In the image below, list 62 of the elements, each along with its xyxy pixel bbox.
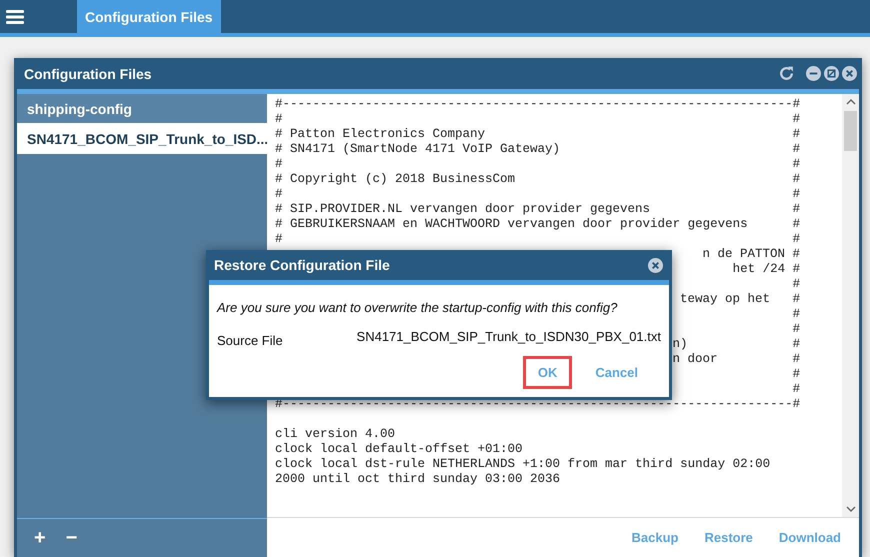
code-line: # — [275, 112, 283, 127]
restore-button[interactable] — [824, 66, 839, 81]
code-line: # — [792, 382, 800, 397]
code-line: # SN4171 (SmartNode 4171 VoIP Gateway) — [275, 142, 560, 157]
code-line: 2000 until oct third sunday 03:00 2036 — [275, 472, 560, 486]
field-value: SN4171_BCOM_SIP_Trunk_to_ISDN30_PBX_01.txt — [356, 329, 661, 346]
code-line: # — [275, 157, 283, 172]
code-line: # — [792, 232, 800, 247]
code-line: # — [792, 157, 800, 172]
field-label: Source File — [217, 333, 283, 348]
code-line: teway op het # — [680, 292, 800, 307]
code-line: #--------------------------------------------------------------------# — [275, 397, 800, 411]
minimize-button[interactable] — [806, 66, 821, 81]
close-icon — [648, 258, 663, 272]
tab[interactable]: Configuration Files — [77, 0, 221, 33]
code-line: # — [275, 187, 283, 202]
code-line: # — [792, 277, 800, 292]
file-item[interactable]: SN4171_BCOM_SIP_Trunk_to_ISD... — [17, 123, 267, 154]
close-icon — [842, 66, 857, 81]
code-line: clock local dst-rule NETHERLANDS +1:00 from mar third sunday 02:00 — [275, 457, 770, 471]
scrollbar-thumb[interactable] — [844, 111, 857, 151]
minimize-icon — [806, 66, 821, 81]
scrollbar[interactable] — [842, 94, 859, 517]
action-link[interactable]: Restore — [704, 530, 753, 545]
code-line: cli version 4.00 — [275, 427, 396, 441]
code-line: # GEBRUIKERSNAAM en WACHTWOORD vervangen door provider gegevens — [275, 217, 748, 232]
code-line: # — [275, 232, 283, 247]
code-line: n de PATTON # — [702, 247, 800, 262]
code-line: # SIP.PROVIDER.NL vervangen door provider gegevens — [275, 202, 650, 217]
code-line: # — [792, 127, 800, 142]
dialog-title: Restore Configuration File — [214, 257, 390, 273]
code-line: n door # — [672, 352, 800, 367]
close-button[interactable] — [842, 66, 857, 81]
code-line: # — [792, 112, 800, 127]
code-line: # — [792, 202, 800, 217]
confirm-message: Are you sure you want to overwrite the startup-config with this config? — [217, 300, 618, 315]
dialog-button[interactable]: OK — [522, 356, 572, 389]
code-line: # Patton Electronics Company — [275, 127, 486, 142]
code-line: het /24 # — [732, 262, 800, 277]
code-line: #--------------------------------------------------------------------# — [275, 97, 800, 111]
remove-button[interactable]: − — [62, 528, 80, 548]
refresh-icon — [778, 65, 795, 82]
code-line: # — [792, 307, 800, 322]
close-button[interactable] — [648, 258, 663, 272]
window-title: Configuration Files — [24, 66, 152, 82]
code-line: # — [792, 187, 800, 202]
add-button[interactable]: + — [31, 528, 49, 548]
code-line: # — [792, 322, 800, 337]
code-line: clock local default-offset +01:00 — [275, 442, 523, 456]
dialog-button[interactable]: Cancel — [580, 356, 653, 389]
menu-icon — [6, 10, 24, 24]
code-line: # — [792, 142, 800, 157]
code-line: # — [792, 217, 800, 232]
refresh-button[interactable] — [778, 65, 795, 82]
restore-icon — [824, 66, 839, 81]
code-line: n) # — [672, 337, 800, 352]
action-link[interactable]: Download — [778, 530, 841, 545]
action-link[interactable]: Backup — [632, 530, 678, 545]
code-line: # Copyright (c) 2018 BusinessCom — [275, 172, 516, 187]
code-line: # — [792, 367, 800, 382]
code-line: # — [792, 172, 800, 187]
folder-header[interactable]: shipping-config — [17, 94, 267, 123]
